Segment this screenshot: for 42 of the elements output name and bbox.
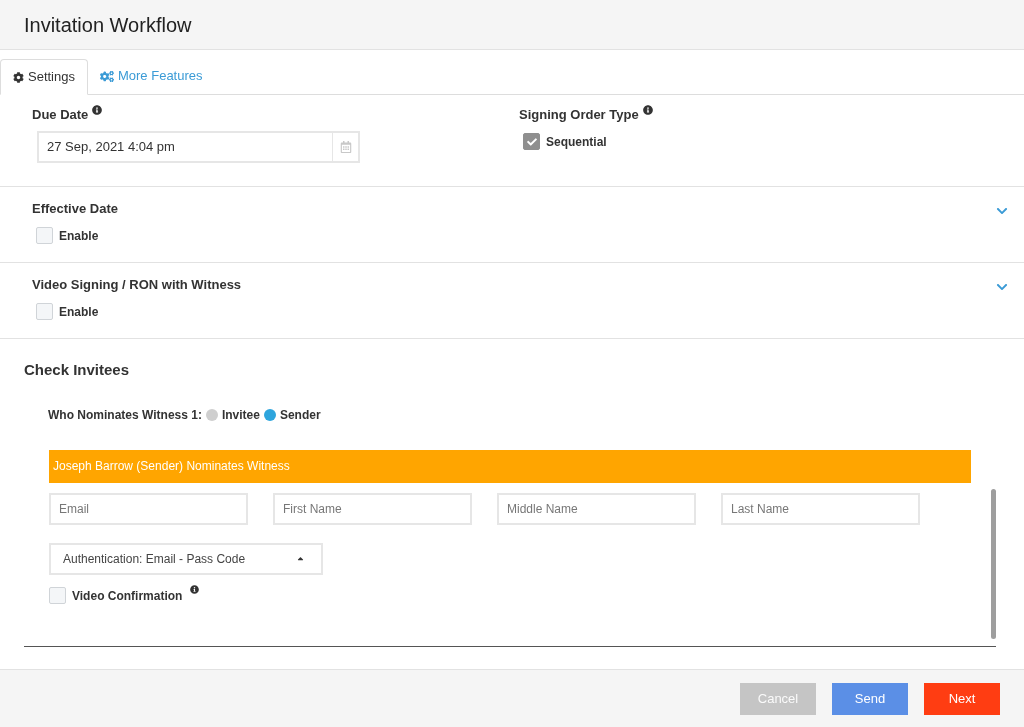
action-button[interactable]: Send xyxy=(832,682,908,715)
gear-icon xyxy=(13,71,24,83)
section-title: Video Signing / RON with Witness xyxy=(32,276,243,294)
tab[interactable]: Settings xyxy=(0,59,88,95)
input-field[interactable]: First Name xyxy=(273,492,472,525)
radio-label: Sender xyxy=(279,406,321,424)
chevron-icon[interactable] xyxy=(996,205,1008,217)
tab[interactable]: More Features xyxy=(88,58,215,94)
checkbox[interactable] xyxy=(49,587,66,604)
action-button[interactable]: Next xyxy=(924,682,1000,715)
field-label: Signing Order Type xyxy=(519,106,639,124)
checkbox-label: Enable xyxy=(59,227,99,245)
input-field[interactable]: Middle Name xyxy=(497,492,696,525)
section-title: Check Invitees xyxy=(24,360,131,380)
field-label: Due Date xyxy=(32,106,89,124)
radio-button[interactable] xyxy=(263,408,276,421)
checkbox-label: Sequential xyxy=(546,133,607,151)
page-title: Invitation Workflow xyxy=(24,12,192,38)
radio-button[interactable] xyxy=(205,408,218,421)
checkbox[interactable] xyxy=(36,303,53,320)
checkbox[interactable] xyxy=(36,227,53,244)
info-icon xyxy=(642,105,653,115)
checkbox-label: Video Confirmation xyxy=(72,587,183,605)
date-field[interactable]: 27 Sep, 2021 4:04 pm xyxy=(37,130,360,163)
section-title: Effective Date xyxy=(32,200,119,218)
nominates-banner: Joseph Barrow (Sender) Nominates Witness xyxy=(49,449,971,483)
radio-label: Invitee xyxy=(221,406,260,424)
scrollbar[interactable] xyxy=(991,488,996,639)
gears-icon xyxy=(100,69,114,83)
authentication-dropdown[interactable]: Authentication: Email - Pass Code xyxy=(49,542,323,575)
check-icon xyxy=(526,136,537,147)
caret-icon xyxy=(296,554,305,563)
input-field[interactable]: Email xyxy=(49,492,248,525)
field-label: Who Nominates Witness 1: xyxy=(48,406,202,424)
input-field[interactable]: Last Name xyxy=(721,492,920,525)
info-icon xyxy=(190,584,200,594)
chevron-icon[interactable] xyxy=(996,281,1008,293)
checkbox-label: Enable xyxy=(59,303,99,321)
calendar-icon xyxy=(339,140,352,153)
date-value: 27 Sep, 2021 4:04 pm xyxy=(46,137,176,156)
info-icon xyxy=(92,105,103,115)
checkbox[interactable] xyxy=(523,133,540,150)
